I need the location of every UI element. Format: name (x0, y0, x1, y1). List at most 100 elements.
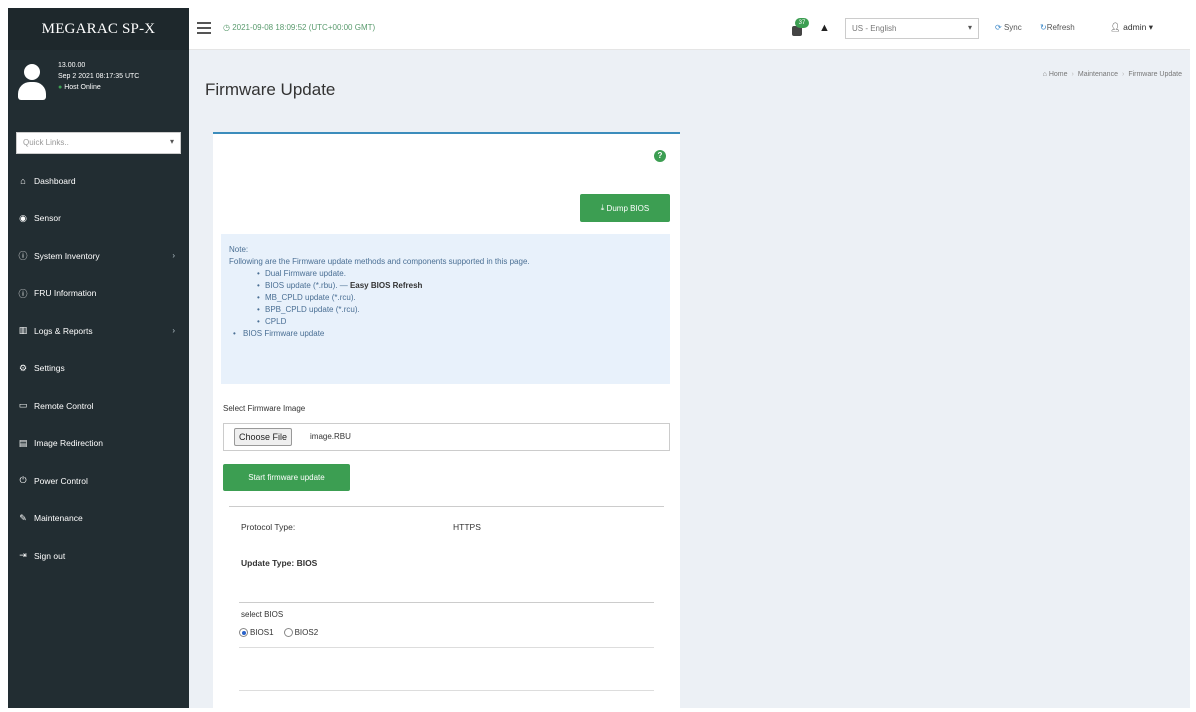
breadcrumb-home[interactable]: Home (1049, 71, 1068, 78)
divider (229, 506, 664, 507)
sidebar-item-label: Image Redirection (34, 438, 103, 449)
user-icon: 👤︎ (1110, 22, 1121, 32)
bios2-radio[interactable] (283, 628, 293, 637)
sidebar-item-sign-out[interactable]: ⇥ Sign out (8, 537, 189, 575)
info-icon: ⓘ (18, 288, 28, 299)
choose-file-button[interactable]: Choose File (234, 428, 293, 446)
sidebar-item-sensor[interactable]: ◉ Sensor (8, 200, 189, 238)
breadcrumb: ⌂ Home › Maintenance › Firmware Update (1042, 71, 1182, 78)
bios1-label: BIOS1 (250, 628, 274, 637)
host-status: ● Host Online (58, 82, 139, 93)
sidebar-item-power-control[interactable]: ⏻ Power Control (8, 462, 189, 500)
user-menu-label: admin (1123, 22, 1147, 32)
info-icon: ⓘ (18, 251, 28, 262)
sidebar-item-system-inventory[interactable]: ⓘ System Inventory › (8, 237, 189, 275)
refresh-label: Refresh (1046, 23, 1075, 32)
sidebar-item-label: Remote Control (34, 400, 94, 411)
sync-button[interactable]: ⟳ Sync (995, 23, 1022, 32)
select-bios-label: select BIOS (241, 610, 284, 619)
help-icon[interactable]: ? (654, 150, 666, 162)
refresh-button[interactable]: ↻Refresh (1040, 23, 1075, 32)
breadcrumb-current: Firmware Update (1128, 71, 1182, 78)
bios1-option[interactable]: BIOS1 (239, 628, 274, 637)
home-icon: ⌂ (20, 175, 26, 186)
notification-bell-icon[interactable]: 37 (791, 18, 809, 38)
sidebar-item-label: Logs & Reports (34, 325, 93, 336)
hamburger-menu-icon[interactable] (197, 22, 211, 34)
firmware-update-panel: ? ⤓ Dump BIOS Note: Following are the Fi… (213, 132, 680, 708)
chevron-right-icon: › (172, 251, 175, 261)
sidebar-menu: ⌂ Dashboard ◉ Sensor ⓘ System Inventory … (8, 162, 189, 575)
bios2-label: BIOS2 (294, 628, 319, 637)
breadcrumb-maintenance[interactable]: Maintenance (1078, 71, 1118, 78)
language-value: US - English (852, 24, 897, 33)
sidebar: MEGARAC SP-X 13.00.00 Sep 2 2021 08:17:3… (8, 8, 189, 708)
server-datetime: ◷ 2021-09-08 18:09:52 (UTC+00:00 GMT) (223, 23, 376, 32)
sidebar-item-label: Settings (34, 363, 65, 374)
sidebar-item-remote-control[interactable]: ▭ Remote Control (8, 387, 189, 425)
notification-count-badge: 37 (795, 18, 809, 28)
download-icon: ⤓ (600, 203, 605, 212)
list-item: BIOS Firmware update (229, 328, 662, 340)
chart-icon: ▥ (18, 325, 28, 336)
list-item-dash: — (337, 281, 350, 290)
note-panel: Note: Following are the Firmware update … (221, 234, 670, 384)
sign-out-icon: ⇥ (19, 550, 27, 561)
list-item: Dual Firmware update. (229, 268, 662, 280)
sidebar-item-settings[interactable]: ⚙ Settings (8, 350, 189, 388)
list-item: CPLD (229, 316, 662, 328)
sidebar-item-logs-reports[interactable]: ▥ Logs & Reports › (8, 312, 189, 350)
note-label: Note: (229, 245, 249, 254)
sidebar-item-label: Maintenance (34, 513, 83, 524)
sidebar-item-image-redirection[interactable]: ▤ Image Redirection (8, 425, 189, 463)
language-select[interactable]: US - English ▾ (845, 18, 979, 39)
protocol-type-label: Protocol Type: (241, 522, 296, 532)
user-panel: 13.00.00 Sep 2 2021 08:17:35 UTC ● Host … (8, 50, 189, 122)
firmware-file-input[interactable]: Choose File image.RBU (223, 423, 670, 451)
selected-file-name: image.RBU (310, 432, 351, 441)
bios2-option[interactable]: BIOS2 (283, 628, 319, 637)
brand-logo[interactable]: MEGARAC SP-X (8, 8, 189, 50)
chevron-down-icon: ▾ (967, 23, 972, 32)
divider (239, 602, 654, 603)
protocol-type-value: HTTPS (453, 522, 481, 532)
list-item: BIOS update (*.rbu). — Easy BIOS Refresh (229, 280, 662, 292)
avatar-icon (18, 64, 46, 102)
host-status-text: Host Online (64, 84, 101, 91)
sensor-icon: ◉ (19, 212, 27, 223)
bios-radio-group: BIOS1 BIOS2 (239, 628, 328, 637)
warning-icon[interactable]: ▲ (819, 22, 830, 34)
bios1-radio[interactable] (239, 628, 248, 637)
quick-links-select[interactable]: Quick Links.. ▾ (16, 132, 181, 154)
user-menu-button[interactable]: 👤︎ admin ▾ (1110, 22, 1153, 33)
select-firmware-label: Select Firmware Image (223, 404, 306, 413)
note-sub-list: Dual Firmware update. BIOS update (*.rbu… (229, 268, 662, 328)
dump-bios-button[interactable]: ⤓ Dump BIOS (580, 194, 670, 222)
page-title: Firmware Update (205, 80, 336, 99)
power-icon: ⏻ (19, 475, 27, 486)
home-icon: ⌂ (1042, 71, 1047, 78)
sidebar-item-label: FRU Information (34, 288, 97, 299)
gear-icon: ⚙ (18, 362, 28, 373)
sync-label: Sync (1003, 23, 1022, 32)
app-window: MEGARAC SP-X 13.00.00 Sep 2 2021 08:17:3… (8, 8, 1190, 708)
wrench-icon: ✎ (19, 512, 27, 523)
update-type-label: Update Type: BIOS (241, 558, 318, 568)
list-item: MB_CPLD update (*.rcu). (229, 292, 662, 304)
sync-icon: ⟳ (995, 23, 1002, 32)
chevron-down-icon: ▾ (1148, 22, 1153, 32)
chevron-right-icon: › (172, 326, 175, 336)
sidebar-item-label: Power Control (34, 475, 88, 486)
sidebar-item-dashboard[interactable]: ⌂ Dashboard (8, 162, 189, 200)
divider (239, 647, 654, 648)
easy-bios-refresh-text: Easy BIOS Refresh (349, 281, 423, 290)
server-datetime-text: 2021-09-08 18:09:52 (UTC+00:00 GMT) (232, 23, 376, 32)
start-firmware-update-button[interactable]: Start firmware update (223, 464, 350, 491)
sidebar-item-maintenance[interactable]: ✎ Maintenance (8, 500, 189, 538)
sidebar-item-label: Dashboard (34, 175, 76, 186)
user-datetime: Sep 2 2021 08:17:35 UTC (58, 73, 140, 80)
sidebar-item-fru-information[interactable]: ⓘ FRU Information (8, 275, 189, 313)
sidebar-item-label: System Inventory (34, 250, 100, 261)
sidebar-item-label: Sign out (34, 550, 66, 561)
status-dot-icon: ● (58, 84, 63, 91)
